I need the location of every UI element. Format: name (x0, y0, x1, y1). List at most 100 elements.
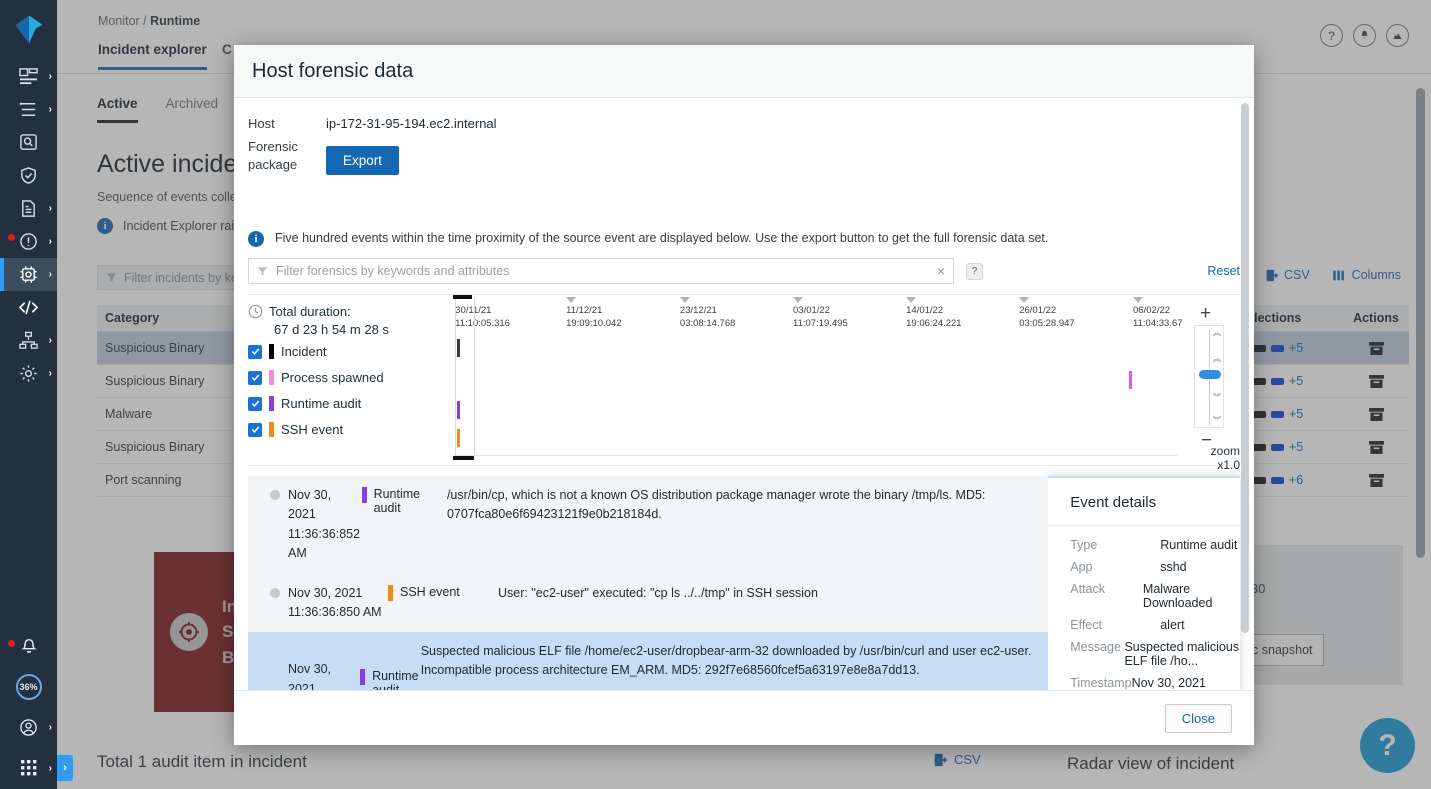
legend-checkbox-incident[interactable] (248, 344, 262, 359)
dialog-body: Host ip-172-31-95-194.ec2.internal Foren… (234, 98, 1254, 690)
sidebar-item-list[interactable]: › (0, 93, 57, 126)
forensic-package-label-line1: Forensic (248, 139, 298, 154)
forensic-note-text: Five hundred events within the time prox… (275, 231, 1049, 245)
tick-date: 14/01/22 (906, 305, 944, 316)
sidebar-item-reports[interactable]: › (0, 192, 57, 225)
chevron-double-down-icon[interactable]: ︾ (1213, 415, 1221, 426)
legend-checkbox-ssh-event[interactable] (248, 422, 262, 437)
total-duration-row: Total duration: (248, 304, 453, 319)
tick-time: 19:06:24.221 (906, 317, 962, 329)
event-row[interactable]: Nov 30, 2021 11:35:56:078 AM Runtime aud… (248, 632, 1049, 690)
sidebar-item-progress[interactable]: 36% (0, 667, 57, 707)
legend-checkbox-runtime-audit[interactable] (248, 396, 262, 411)
event-detail-value: Suspected malicious ELF file /ho... (1124, 640, 1240, 668)
zoom-slider-track[interactable]: ︽ ︽ ︾ ︾ (1194, 325, 1224, 428)
tick-caret-icon (1133, 297, 1144, 303)
dialog-scrollbar-thumb[interactable] (1241, 103, 1249, 633)
alert-dot-badge (8, 234, 15, 241)
event-details-panel: Event details Type Runtime audit App ssh… (1048, 476, 1240, 690)
event-time-cell: Nov 30, 2021 11:36:36:852 AM (258, 486, 362, 564)
sidebar-item-notifications[interactable] (0, 627, 57, 667)
tick-date: 23/12/21 (679, 305, 717, 316)
filter-help-icon[interactable]: ? (966, 262, 983, 280)
zoom-label-text: zoom (1210, 444, 1240, 458)
sidebar-item-investigate[interactable] (0, 126, 57, 159)
legend-checkbox-process-spawned[interactable] (248, 370, 262, 385)
host-value: ip-172-31-95-194.ec2.internal (326, 116, 497, 131)
sidebar-item-settings[interactable]: › (0, 357, 57, 390)
sidebar-item-dashboard[interactable]: › (0, 60, 57, 93)
sidebar-item-topology[interactable]: › (0, 324, 57, 357)
legend-item-process-spawned[interactable]: Process spawned (248, 370, 453, 385)
sidebar-item-code[interactable] (0, 291, 57, 324)
notification-dot-badge (8, 640, 15, 647)
chevron-up-icon[interactable]: ︽ (1213, 353, 1221, 364)
event-row[interactable]: Nov 30, 2021 11:36:36:850 AM SSH event U… (248, 574, 1048, 633)
event-date: Nov 30, 2021 (288, 662, 332, 690)
event-timestamp: Nov 30, 2021 11:35:56:078 AM (288, 660, 360, 690)
event-detail-value: alert (1160, 618, 1185, 632)
dialog-scroll-region: Host ip-172-31-95-194.ec2.internal Foren… (234, 98, 1254, 690)
sidebar-item-runtime[interactable]: › (0, 258, 57, 291)
legend-item-runtime-audit[interactable]: Runtime audit (248, 396, 453, 411)
gear-icon (20, 365, 37, 382)
event-detail-value: Nov 30, 2021 11:35:56:078 AM (1131, 676, 1206, 690)
event-type-swatch (388, 584, 393, 601)
timeline-plot[interactable]: 30/11/21 11:10:05.316 11/12/21 19:09:10.… (453, 295, 1183, 465)
event-time: 11:36:36:850 AM (288, 604, 382, 619)
app-root: Monitor / Runtime Incident explorer C ? … (0, 0, 1431, 789)
legend-item-incident[interactable]: Incident (248, 344, 453, 359)
event-detail-row: Timestamp Nov 30, 2021 11:35:56:078 AM (1070, 676, 1240, 690)
sidebar-item-alerts[interactable]: › (0, 225, 57, 258)
timeline-tick: 23/12/21 03:08:14.768 (679, 297, 736, 331)
export-button[interactable]: Export (326, 146, 400, 175)
zoom-slider-thumb[interactable] (1199, 370, 1221, 379)
timeline-mark-ssh-event[interactable] (457, 429, 461, 447)
timeline-zoom-control: + ︽ ︽ ︾ ︾ − zoom x1.0 (1178, 295, 1240, 472)
tick-date: 26/01/22 (1019, 305, 1057, 316)
list-icon (19, 102, 36, 116)
chevron-double-up-icon[interactable]: ︽ (1213, 327, 1221, 338)
timeline-brush-handle-bottom[interactable] (453, 456, 474, 460)
host-label: Host (248, 116, 275, 131)
tick-time: 03:08:14.768 (679, 317, 736, 329)
event-timestamp: Nov 30, 2021 11:36:36:852 AM (288, 486, 362, 564)
event-type-label: Runtime audit (373, 487, 421, 515)
tick-caret-icon (793, 297, 804, 303)
sidebar-item-apps[interactable]: › (0, 747, 57, 789)
zoom-in-button[interactable]: + (1200, 304, 1211, 323)
tick-date: 30/11/21 (455, 305, 510, 318)
chevron-right-icon: › (48, 269, 52, 280)
event-message: User: "ec2-user" executed: "cp ls ../../… (498, 585, 818, 600)
event-detail-row: Message Suspected malicious ELF file /ho… (1070, 640, 1240, 668)
timeline-mark-process-spawned[interactable] (1128, 371, 1132, 389)
dialog-header: Host forensic data (234, 45, 1254, 98)
event-type-label: Runtime audit (372, 669, 419, 690)
sidebar-rail: › › › › › › › 36% › › (0, 0, 57, 789)
legend-label-process-spawned: Process spawned (281, 370, 384, 385)
progress-value: 36% (19, 682, 38, 692)
clock-icon (248, 304, 263, 319)
close-button[interactable]: Close (1164, 703, 1232, 733)
event-time: 11:36:36:852 AM (288, 526, 361, 561)
chevron-right-icon: › (48, 71, 52, 82)
event-detail-key: Timestamp (1070, 676, 1132, 690)
timeline-mark-runtime-audit[interactable] (457, 401, 461, 419)
dialog-scrollbar[interactable] (1241, 103, 1249, 685)
timeline-tick: 26/01/22 03:05:28.947 (1019, 297, 1075, 331)
info-icon: i (248, 231, 264, 247)
event-row[interactable]: Nov 30, 2021 11:36:36:852 AM Runtime aud… (248, 476, 1048, 574)
forensic-filter-input[interactable]: Filter forensics by keywords and attribu… (248, 258, 954, 284)
chevron-right-icon: › (48, 762, 52, 774)
sidebar-item-profile[interactable]: › (0, 707, 57, 747)
app-logo[interactable] (0, 0, 57, 60)
timeline-mark-incident[interactable] (457, 339, 461, 357)
chevron-down-icon[interactable]: ︾ (1213, 392, 1221, 403)
clear-filter-icon[interactable]: × (937, 263, 945, 279)
sidebar-item-defend[interactable] (0, 159, 57, 192)
event-type-swatch (360, 669, 366, 686)
legend-item-ssh-event[interactable]: SSH event (248, 422, 453, 437)
tick-date: 03/01/22 (793, 305, 830, 316)
sidebar-expand-button[interactable]: › (57, 755, 73, 781)
reset-link[interactable]: Reset (1207, 264, 1240, 278)
